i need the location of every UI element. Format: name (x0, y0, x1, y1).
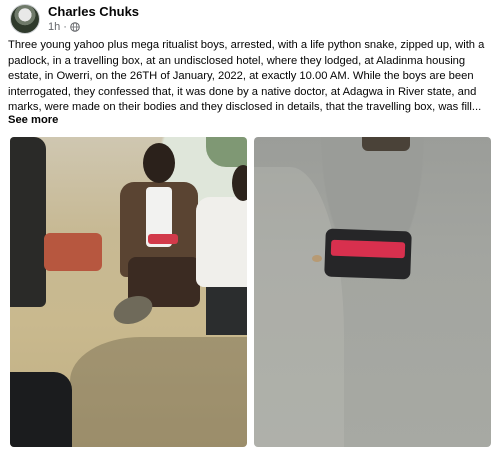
post-meta: Charles Chuks 1h · (48, 4, 139, 34)
author-avatar[interactable] (10, 4, 40, 34)
photo-person-right-legs (206, 287, 247, 335)
photo-shadow-area (70, 337, 247, 447)
photo-person-center-head (143, 143, 175, 183)
photo-bag (10, 372, 72, 447)
see-more-link[interactable]: See more (8, 114, 58, 126)
post-photo-travelling-box[interactable] (254, 137, 491, 447)
photo-cloth (44, 233, 102, 271)
photo-red-item (148, 234, 178, 244)
photo-box-red-band (330, 239, 406, 259)
photo-light-patch (254, 167, 344, 447)
post-subline: 1h · (48, 21, 139, 34)
photo-plant (206, 137, 247, 167)
author-name[interactable]: Charles Chuks (48, 4, 139, 20)
photo-stone (312, 255, 322, 262)
photo-person-left (10, 137, 46, 307)
post-timestamp[interactable]: 1h (48, 21, 60, 34)
post-header: Charles Chuks 1h · (10, 4, 139, 34)
photo-feet (362, 137, 410, 151)
photo-person-right (196, 197, 247, 287)
post-photo-arrested-boys[interactable] (10, 137, 247, 447)
separator-dot: · (63, 20, 67, 33)
photo-person-right-head (232, 165, 247, 201)
facebook-post: Charles Chuks 1h · Three young yahoo plu… (0, 0, 496, 453)
globe-icon (70, 22, 80, 32)
post-text: Three young yahoo plus mega ritualist bo… (8, 39, 485, 114)
